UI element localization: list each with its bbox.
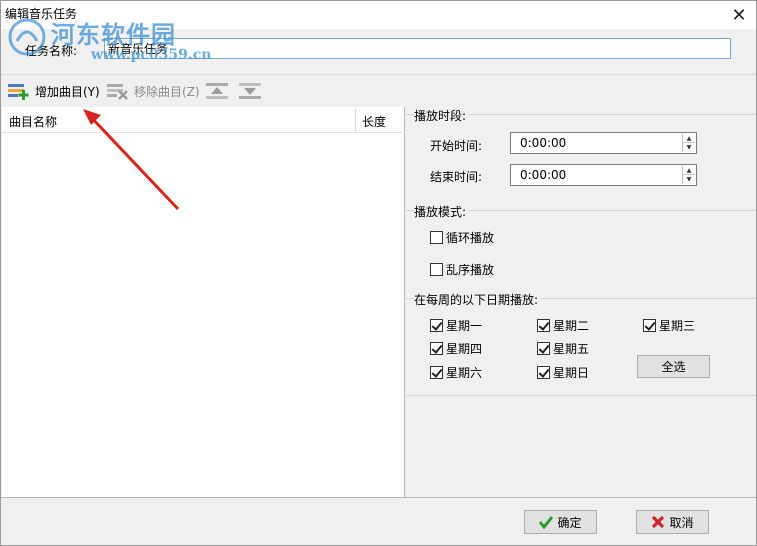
loop-label: 循环播放 [446, 231, 495, 245]
ok-label: 确定 [557, 515, 582, 530]
remove-track-label: 移除曲目(Z) [134, 84, 200, 99]
weekdays-group: 在每周的以下日期播放: 星期一 星期二 星期三 星期四 星期五 星期六 星期日 … [406, 291, 756, 395]
task-name-label: 任务名称: [25, 44, 78, 58]
track-list[interactable]: 曲目名称 长度 [2, 107, 405, 497]
label-saturday: 星期六 [446, 366, 483, 380]
title-bar: 编辑音乐任务 ✕ [1, 1, 756, 29]
checkbox-wednesday[interactable]: 星期三 [643, 317, 695, 334]
end-time-up-icon[interactable]: ▲ [683, 166, 695, 175]
move-up-icon [206, 83, 228, 99]
shuffle-checkbox-box[interactable] [430, 263, 443, 276]
start-time-label: 开始时间: [430, 139, 483, 153]
checkbox-monday[interactable]: 星期一 [430, 317, 482, 334]
shuffle-label: 乱序播放 [446, 263, 495, 277]
footer-divider [1, 497, 756, 498]
close-button[interactable]: ✕ [722, 1, 756, 29]
remove-track-button[interactable]: 移除曲目(Z) [106, 79, 200, 103]
checkbox-sunday[interactable]: 星期日 [537, 364, 589, 381]
add-track-label: 增加曲目(Y) [35, 84, 100, 99]
loop-checkbox[interactable]: 循环播放 [430, 229, 494, 246]
end-time-label: 结束时间: [430, 170, 483, 184]
mode-title: 播放模式: [414, 203, 469, 220]
period-title: 播放时段: [414, 107, 469, 124]
mode-group: 播放模式: 循环播放 乱序播放 [406, 203, 756, 291]
toolbar: 增加曲目(Y) 移除曲目(Z) [1, 74, 756, 106]
checkbox-thursday[interactable]: 星期四 [430, 340, 482, 357]
label-friday: 星期五 [553, 342, 590, 356]
add-track-icon [8, 84, 29, 100]
add-track-button[interactable]: 增加曲目(Y) [7, 79, 100, 103]
cancel-label: 取消 [669, 515, 694, 530]
end-time-down-icon[interactable]: ▼ [683, 175, 695, 184]
weekdays-title: 在每周的以下日期播放: [414, 291, 541, 308]
remove-track-icon [107, 84, 128, 100]
label-monday: 星期一 [446, 319, 483, 333]
checkbox-tuesday[interactable]: 星期二 [537, 317, 589, 334]
move-down-icon [239, 83, 261, 99]
check-icon [539, 516, 554, 529]
start-time-spinner[interactable]: 0:00:00 ▲ ▼ [510, 132, 697, 154]
end-time-spinner[interactable]: 0:00:00 ▲ ▼ [510, 164, 697, 186]
period-group: 播放时段: 开始时间: 0:00:00 ▲ ▼ 结束时间: 0:00:00 ▲ … [406, 107, 756, 203]
start-time-down-icon[interactable]: ▼ [683, 143, 695, 152]
move-down-button[interactable] [238, 79, 262, 103]
window-title: 编辑音乐任务 [5, 7, 78, 21]
track-list-header: 曲目名称 长度 [2, 107, 405, 133]
column-separator[interactable] [355, 109, 356, 131]
column-length[interactable]: 长度 [362, 113, 386, 130]
label-thursday: 星期四 [446, 342, 483, 356]
checkbox-saturday[interactable]: 星期六 [430, 364, 482, 381]
label-sunday: 星期日 [553, 366, 590, 380]
move-up-button[interactable] [205, 79, 229, 103]
checkbox-friday[interactable]: 星期五 [537, 340, 589, 357]
task-name-input[interactable] [104, 38, 731, 59]
cancel-x-icon [652, 515, 665, 529]
start-time-up-icon[interactable]: ▲ [683, 134, 695, 143]
column-track-name[interactable]: 曲目名称 [9, 113, 57, 130]
end-time-value: 0:00:00 [520, 168, 567, 182]
cancel-button[interactable]: 取消 [636, 510, 709, 534]
label-wednesday: 星期三 [659, 319, 696, 333]
settings-panel: 播放时段: 开始时间: 0:00:00 ▲ ▼ 结束时间: 0:00:00 ▲ … [406, 107, 756, 497]
loop-checkbox-box[interactable] [430, 231, 443, 244]
select-all-button[interactable]: 全选 [637, 355, 710, 378]
shuffle-checkbox[interactable]: 乱序播放 [430, 261, 494, 278]
start-time-value: 0:00:00 [520, 136, 567, 150]
edit-music-task-window: 编辑音乐任务 ✕ 任务名称: 河东软件园 www.pc0359.cn 增加曲目(… [0, 0, 757, 546]
ok-button[interactable]: 确定 [524, 510, 597, 534]
label-tuesday: 星期二 [553, 319, 590, 333]
